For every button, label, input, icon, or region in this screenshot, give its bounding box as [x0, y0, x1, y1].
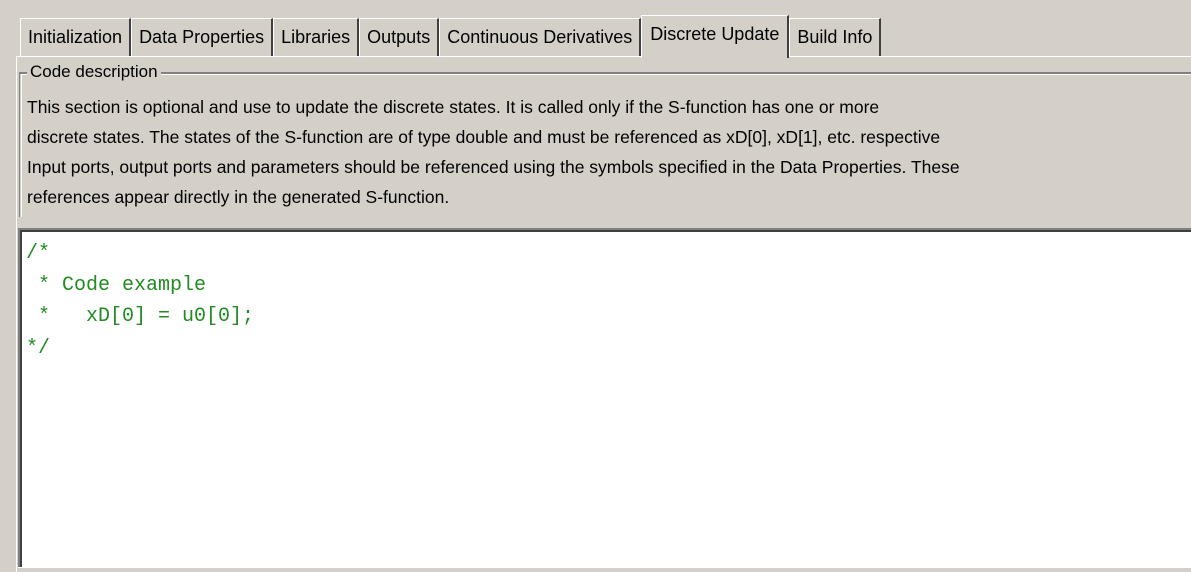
tab-outputs[interactable]: Outputs — [359, 18, 440, 56]
tab-initialization[interactable]: Initialization — [20, 18, 132, 56]
tab-strip: Initialization Data Properties Libraries… — [20, 14, 882, 58]
code-description-text: This section is optional and use to upda… — [27, 92, 1191, 222]
tab-libraries[interactable]: Libraries — [273, 18, 360, 56]
description-line: discrete states. The states of the S-fun… — [27, 127, 941, 147]
editor-bottom-edge — [18, 567, 1191, 572]
code-line: * xD[0] = u0[0]; — [26, 305, 255, 328]
code-description-legend: Code description — [27, 62, 161, 82]
code-line: * Code example — [26, 273, 207, 297]
tab-data-properties[interactable]: Data Properties — [131, 18, 274, 56]
description-line: references appear directly in the genera… — [27, 187, 450, 207]
tab-continuous-derivatives[interactable]: Continuous Derivatives — [439, 18, 642, 56]
code-line: */ — [26, 336, 51, 360]
description-line: Input ports, output ports and parameters… — [27, 157, 960, 177]
code-editor[interactable]: /* * Code example * xD[0] = u0[0]; */ — [22, 232, 1191, 567]
tab-discrete-update[interactable]: Discrete Update — [641, 15, 790, 58]
description-line: This section is optional and use to upda… — [27, 97, 880, 117]
s-function-builder-pane: Initialization Data Properties Libraries… — [0, 0, 1191, 572]
tab-build-info[interactable]: Build Info — [789, 18, 882, 56]
code-line: /* — [26, 242, 51, 265]
